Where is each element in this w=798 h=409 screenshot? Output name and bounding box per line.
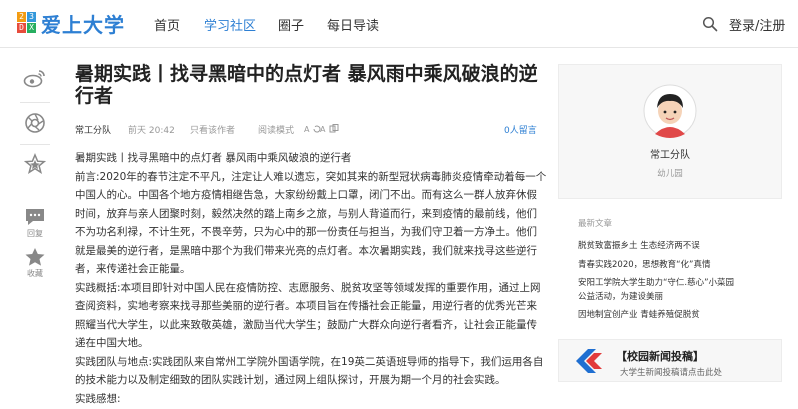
font-size-tools[interactable]: A A (304, 124, 342, 134)
article-body: 暑期实践丨找寻黑暗中的点灯者 暴风雨中乘风破浪的逆行者 前言:2020年的春节注… (75, 149, 547, 408)
weibo-icon (23, 70, 45, 88)
recent-article-link[interactable]: 因地制宜创产业 青蛙养殖促脱贫 (578, 308, 738, 322)
article-paragraph: 暑期实践丨找寻黑暗中的点灯者 暴风雨中乘风破浪的逆行者 (75, 152, 352, 164)
logo-digit: 2 (17, 12, 26, 22)
recent-articles-heading: 最新文章 (578, 219, 613, 229)
share-weibo-button[interactable] (16, 68, 54, 88)
sidebar-divider (20, 144, 50, 145)
nav-circles[interactable]: 圈子 (278, 15, 304, 34)
article-paragraph: 实践团队与地点:实践团队来自常州工学院外国语学院，在19英二英语班导师的指导下，… (75, 355, 544, 387)
star-icon (24, 153, 46, 174)
logo-digit: 3 (27, 12, 36, 22)
article-title: 暑期实践丨找寻黑暗中的点灯者 暴风雨中乘风破浪的逆行者 (75, 63, 538, 107)
share-qzone-button[interactable] (16, 153, 54, 175)
logo-digit: X (27, 23, 36, 33)
avatar[interactable] (643, 84, 697, 138)
site-logo-text[interactable]: 爱上大学 (41, 9, 125, 38)
nav-study-community[interactable]: 学习社区 (204, 15, 256, 34)
favorite-button[interactable]: 收藏 (16, 247, 54, 279)
reply-button[interactable]: 回复 (16, 207, 54, 239)
recent-article-link[interactable]: 脱贫致富振乡土 生态经济两不误 (578, 239, 738, 253)
article-time: 前天 20:42 (128, 126, 175, 136)
site-logo-icon[interactable]: 2 3 D X (17, 12, 36, 34)
reply-label: 回复 (27, 229, 43, 238)
recent-article-link[interactable]: 青春实践2020，思想教育“化”真情 (578, 258, 738, 272)
nav-daily-guide[interactable]: 每日导读 (327, 15, 379, 34)
author-name[interactable]: 常工分队 (558, 146, 782, 161)
article-paragraph: 实践感想: (75, 392, 121, 405)
news-logo-icon (576, 349, 602, 373)
favorite-label: 收藏 (27, 269, 43, 278)
article-paragraph: 前言:2020年的春节注定不平凡，注定让人难以遗忘，突如其来的新型冠状病毒肺炎疫… (75, 170, 547, 276)
search-icon[interactable] (702, 16, 718, 32)
font-decrease-icon[interactable]: A (304, 125, 310, 134)
comment-count-link[interactable]: 0人留言 (504, 123, 537, 136)
author-level: 幼儿园 (657, 169, 683, 179)
star-icon (25, 248, 45, 266)
article-author[interactable]: 常工分队 (75, 123, 111, 136)
article-paragraph: 实践概括:本项目即针对中国人民在疫情防控、志愿服务、脱贫攻坚等领域发挥的重要作用… (75, 281, 541, 350)
read-mode-link[interactable]: 阅读模式 (258, 123, 294, 136)
sidebar-divider (20, 102, 50, 103)
news-banner-subtitle[interactable]: 大学生新闻投稿请点击此处 (620, 366, 722, 378)
login-register-link[interactable]: 登录/注册 (729, 15, 785, 34)
news-banner-title[interactable]: 【校园新闻投稿】 (616, 348, 704, 364)
comment-icon (26, 209, 44, 225)
recent-article-link[interactable]: 安阳工学院大学生助力“守仁.慈心”小菜园公益活动，为建设美丽 (578, 276, 738, 304)
author-only-link[interactable]: 只看该作者 (190, 123, 235, 136)
logo-digit: D (17, 23, 26, 33)
font-increase-icon[interactable]: A (320, 125, 326, 134)
camera-shutter-icon (25, 113, 45, 133)
nav-home[interactable]: 首页 (154, 15, 180, 34)
share-moments-button[interactable] (16, 112, 54, 134)
